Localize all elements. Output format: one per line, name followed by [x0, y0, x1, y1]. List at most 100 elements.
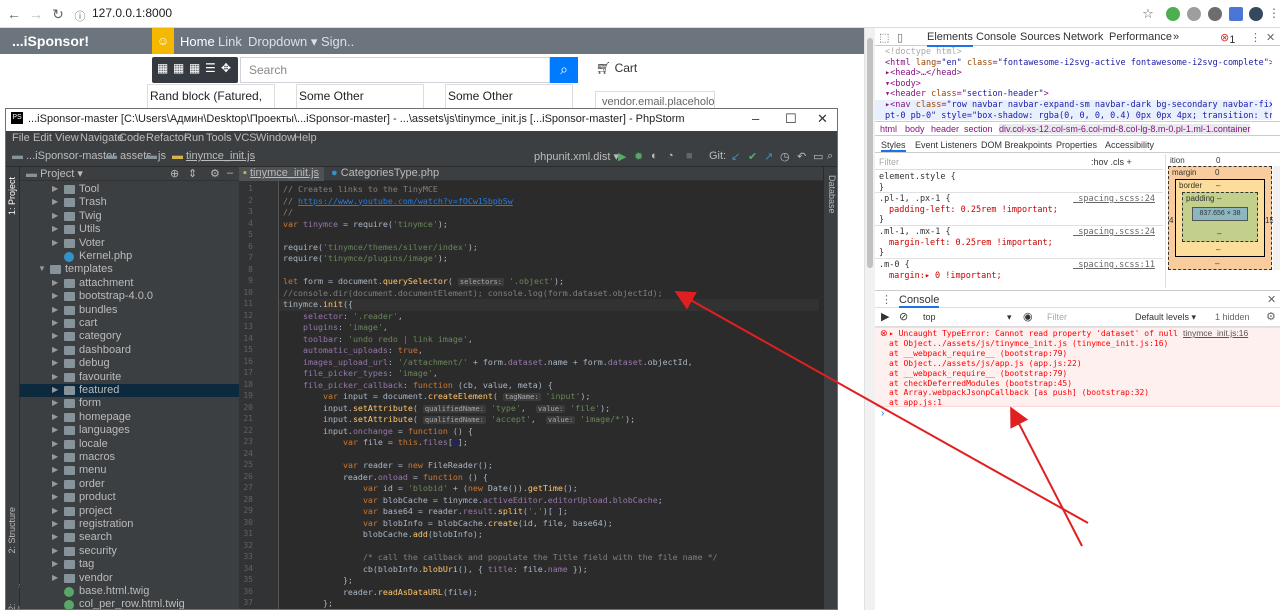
tree-folder[interactable]: ▶ favourite: [20, 371, 239, 384]
profile-icon[interactable]: ◔: [667, 150, 674, 162]
chevron-right-icon[interactable]: ▶: [52, 532, 58, 541]
tab-sources[interactable]: Sources: [1020, 31, 1060, 43]
dom-tree[interactable]: <!doctype html> <html lang="en" class="fo…: [875, 47, 1272, 120]
code-line[interactable]: //: [283, 207, 293, 219]
chevron-right-icon[interactable]: ▶: [52, 238, 58, 247]
chevron-right-icon[interactable]: ▶: [52, 278, 58, 287]
code-line[interactable]: };: [283, 575, 353, 587]
code-line[interactable]: var blobInfo = blobCache.create(id, file…: [283, 518, 613, 530]
tree-file[interactable]: Kernel.php: [20, 250, 239, 263]
tree-folder[interactable]: ▶ bootstrap-4.0.0: [20, 290, 239, 303]
chevron-right-icon[interactable]: ▶: [52, 385, 58, 394]
breadcrumb-item[interactable]: body: [905, 124, 925, 134]
box-model-scrollbar[interactable]: [1273, 166, 1280, 270]
css-rule[interactable]: .m-0 {_spacing.scss:11 margin:▸ 0 !import…: [879, 260, 1159, 281]
tree-folder[interactable]: ▶ homepage: [20, 411, 239, 424]
code-line[interactable]: // Creates links to the TinyMCE: [283, 184, 438, 196]
tree-folder[interactable]: ▶ Utils: [20, 223, 239, 236]
css-rule[interactable]: .pl-1, .px-1 {_spacing.scss:24 padding-le…: [879, 194, 1159, 226]
chevron-right-icon[interactable]: ▶: [52, 412, 58, 421]
tab-network[interactable]: Network: [1063, 31, 1103, 43]
tab-elements[interactable]: Elements: [927, 31, 973, 47]
code-line[interactable]: var base64 = reader.result.split(',')[1]…: [283, 506, 568, 518]
content-box[interactable]: 837.656 × 38: [1192, 207, 1248, 221]
tree-folder[interactable]: ▶ Tool: [20, 183, 239, 196]
console-filter-input[interactable]: Filter: [1047, 312, 1067, 322]
tab-styles[interactable]: Styles: [881, 140, 906, 152]
cart-button[interactable]: 🛒︎ Cart: [596, 61, 637, 75]
code-line[interactable]: file_picker_callback: function (cb, valu…: [283, 380, 553, 392]
tree-folder[interactable]: ▶ bundles: [20, 304, 239, 317]
chevron-right-icon[interactable]: ▶: [52, 197, 58, 206]
chevron-right-icon[interactable]: ▶: [52, 465, 58, 474]
tool-tab-project[interactable]: 1: Project: [7, 177, 17, 215]
site-brand[interactable]: ...iSponsor!: [0, 28, 152, 54]
bookmark-star-icon[interactable]: ☆: [1140, 6, 1156, 22]
list-view-icon[interactable]: ☰: [205, 61, 216, 75]
console-error-message[interactable]: ⊗ tinymce_init.js:16 ▸ Uncaught TypeErro…: [875, 327, 1280, 407]
code-line[interactable]: // https://www.youtube.com/watch?v=fOCw1…: [283, 196, 513, 208]
chevron-right-icon[interactable]: ▶: [52, 398, 58, 407]
collapse-icon[interactable]: ⇕: [188, 167, 197, 180]
nav-link-dropdown[interactable]: Dropdown ▾: [248, 34, 317, 50]
chevron-right-icon[interactable]: ▶: [52, 439, 58, 448]
grid-view-icon[interactable]: ▦: [157, 61, 168, 75]
code-line[interactable]: toolbar: 'undo redo | link image',: [283, 334, 473, 346]
chevron-right-icon[interactable]: ▶: [52, 291, 58, 300]
chevron-right-icon[interactable]: ▶: [52, 331, 58, 340]
dom-node[interactable]: <!doctype html>: [875, 47, 1272, 58]
close-icon[interactable]: ✕: [1267, 293, 1276, 306]
error-source-link[interactable]: tinymce_init.js:16: [1183, 328, 1248, 339]
css-declaration[interactable]: margin-left: 0.25rem !important;: [879, 238, 1159, 249]
debug-icon[interactable]: ✹: [634, 150, 643, 163]
chevron-down-icon[interactable]: ▾: [1007, 312, 1012, 323]
forward-arrow-icon[interactable]: →: [28, 6, 44, 22]
code-line[interactable]: require('tinymce/plugins/image');: [283, 253, 448, 265]
tab-accessibility[interactable]: Accessibility: [1105, 140, 1154, 150]
code-line[interactable]: images_upload_url: '/attachment/' + form…: [283, 357, 693, 369]
chevron-right-icon[interactable]: ▶: [52, 506, 58, 515]
code-line[interactable]: reader.onload = function () {: [283, 472, 488, 484]
chevron-right-icon[interactable]: ▶: [52, 492, 58, 501]
code-line[interactable]: var id = 'blobid' + (new Date()).getTime…: [283, 483, 578, 495]
nav-link-link[interactable]: Link: [218, 34, 242, 49]
code-editor[interactable]: // Creates links to the TinyMCE// https:…: [279, 181, 823, 609]
border-box[interactable]: border – padding – 837.656 × 38 – –: [1175, 179, 1265, 257]
eye-icon[interactable]: ◉: [1023, 310, 1033, 323]
code-line[interactable]: tinymce.init({: [279, 299, 819, 311]
run-icon[interactable]: ▶: [618, 150, 626, 163]
tree-folder[interactable]: ▶ debug: [20, 357, 239, 370]
tree-folder[interactable]: ▶ project: [20, 505, 239, 518]
css-rule[interactable]: element.style {}: [879, 172, 1159, 193]
code-line[interactable]: var file = this.files[0];: [283, 437, 468, 449]
margin-box[interactable]: margin 0 border – padding – 837.656 × 38…: [1168, 166, 1274, 270]
menu-view[interactable]: View: [55, 132, 79, 144]
project-view-select[interactable]: Project ▾: [40, 168, 83, 180]
chevron-right-icon[interactable]: ▶: [52, 573, 58, 582]
menu-run[interactable]: Run: [184, 132, 204, 144]
tree-folder[interactable]: ▶ product: [20, 491, 239, 504]
code-line[interactable]: require('tinymce/themes/silver/index');: [283, 242, 478, 254]
levels-select[interactable]: Default levels ▾: [1135, 312, 1196, 323]
tab-performance[interactable]: Performance: [1109, 31, 1172, 43]
tree-folder[interactable]: ▼ templates: [20, 263, 239, 276]
chevron-right-icon[interactable]: ▶: [52, 425, 58, 434]
search-input[interactable]: Search: [240, 57, 550, 83]
padding-box[interactable]: padding – 837.656 × 38 –: [1182, 192, 1258, 242]
layout-icon[interactable]: ▭: [813, 150, 823, 163]
code-line[interactable]: plugins: 'image',: [283, 322, 388, 334]
tree-folder[interactable]: ▶ cart: [20, 317, 239, 330]
extension-icon[interactable]: [1187, 7, 1201, 21]
code-line[interactable]: /* call the callback and populate the Ti…: [283, 552, 718, 564]
tree-folder[interactable]: ▶ registration: [20, 518, 239, 531]
history-icon[interactable]: ◷: [780, 150, 790, 163]
dom-node[interactable]: ▾<body>: [875, 79, 1272, 90]
styles-filter-input[interactable]: Filter: [879, 157, 899, 167]
breadcrumb-item[interactable]: header: [931, 124, 959, 134]
extension-icon[interactable]: [1166, 7, 1180, 21]
menu-dots-icon[interactable]: ⋮: [1266, 6, 1280, 20]
inspect-icon[interactable]: ⬚: [879, 31, 889, 44]
minimize-icon[interactable]: –: [752, 111, 759, 126]
tree-folder[interactable]: ▶ security: [20, 545, 239, 558]
error-message[interactable]: ▸ Uncaught TypeError: Cannot read proper…: [889, 329, 1178, 339]
